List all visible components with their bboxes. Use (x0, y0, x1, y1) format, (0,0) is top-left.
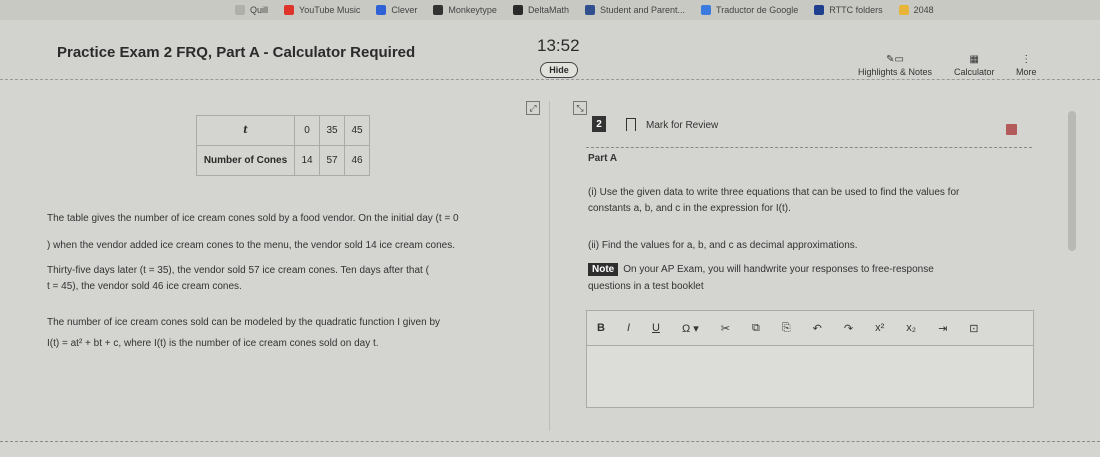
answer-eliminator-icon[interactable] (1006, 124, 1017, 135)
scrollbar[interactable] (1068, 111, 1076, 251)
table-cell: 57 (319, 145, 345, 176)
data-table: t 0 35 45 Number of Cones 14 57 46 (196, 115, 370, 176)
table-cell: 45 (344, 115, 370, 146)
exam-header: Practice Exam 2 FRQ, Part A - Calculator… (0, 20, 1100, 80)
bookmark-icon[interactable] (626, 118, 636, 131)
table-cell: 0 (294, 115, 320, 146)
note-text: On your AP Exam, you will handwrite your… (623, 264, 934, 275)
copy-icon[interactable]: ⧉ (752, 322, 760, 335)
bookmark-item[interactable]: Clever (376, 5, 417, 15)
question-text: (ii) Find the values for a, b, and c as … (588, 240, 858, 251)
question-text: (i) Use the given data to write three eq… (588, 187, 960, 198)
bookmark-item[interactable]: Traductor de Google (701, 5, 798, 15)
bookmark-item[interactable]: Student and Parent... (584, 5, 686, 15)
bookmark-label: Monkeytype (448, 5, 497, 15)
calculator-label: Calculator (954, 67, 995, 77)
more-button[interactable]: ⋮ More (1016, 54, 1037, 77)
bookmark-item[interactable]: Monkeytype (433, 5, 497, 15)
expand-right-pane-icon[interactable]: ⤡ (573, 101, 587, 115)
expand-left-pane-icon[interactable]: ⤢ (526, 101, 540, 115)
bookmark-item[interactable]: DeltaMath (512, 5, 569, 15)
question-text: constants a, b, and c in the expression … (588, 203, 791, 214)
more-vertical-icon: ⋮ (1021, 54, 1032, 65)
table-cell: 46 (344, 145, 370, 176)
bookmark-favicon-icon (512, 5, 523, 15)
bold-icon[interactable]: B (597, 322, 605, 334)
pane-divider[interactable] (549, 101, 550, 431)
bookmark-label: Quill (250, 5, 269, 15)
bookmark-label: Student and Parent... (599, 5, 686, 15)
table-cell: 35 (319, 115, 345, 146)
bookmark-label: YouTube Music (299, 5, 361, 15)
calculator-button[interactable]: ▦ Calculator (954, 54, 995, 77)
more-label: More (1016, 67, 1037, 77)
underline-icon[interactable]: U (652, 322, 660, 334)
pencil-note-icon: ✎▭ (886, 54, 904, 65)
response-input[interactable] (586, 346, 1034, 408)
highlights-notes-label: Highlights & Notes (858, 67, 933, 77)
bookmark-item[interactable]: RTTC folders (814, 5, 883, 15)
footer-divider (0, 441, 1100, 442)
exam-timer: 13:52 (537, 36, 580, 55)
bookmark-favicon-icon (898, 5, 909, 15)
bookmark-label: Clever (391, 5, 418, 15)
question-divider (586, 147, 1032, 148)
table-header-cones: Number of Cones (196, 145, 295, 176)
bookmark-favicon-icon (376, 5, 387, 15)
exam-title: Practice Exam 2 FRQ, Part A - Calculator… (57, 44, 416, 61)
bookmark-item[interactable]: Quill (235, 5, 268, 15)
question-number: 2 (592, 116, 606, 132)
table-row: t 0 35 45 (196, 115, 370, 146)
mark-for-review-label[interactable]: Mark for Review (646, 120, 718, 131)
bookmark-favicon-icon (284, 5, 295, 15)
table-cell: 14 (294, 145, 320, 176)
redo-icon[interactable]: ↷ (844, 322, 853, 335)
calculator-icon: ▦ (969, 54, 979, 65)
editor-toolbar: B I U Ω ▾ ✂ ⧉ ⎘ ↶ ↷ x² x₂ ⇥ ⊡ (586, 310, 1034, 346)
note-text: questions in a test booklet (588, 281, 704, 292)
highlights-notes-button[interactable]: ✎▭ Highlights & Notes (858, 54, 932, 77)
subscript-icon[interactable]: x₂ (906, 322, 916, 334)
bookmark-favicon-icon (814, 5, 825, 15)
bookmark-favicon-icon (235, 5, 245, 15)
hide-timer-button[interactable]: Hide (540, 62, 578, 78)
bookmark-label: RTTC folders (829, 5, 883, 15)
table-header-t: t (196, 115, 295, 146)
stimulus-text: t = 45), the vendor sold 46 ice cream co… (47, 281, 242, 292)
bookmark-label: 2048 (913, 5, 934, 15)
note-badge: Note (588, 263, 619, 276)
undo-icon[interactable]: ↶ (813, 322, 822, 335)
paste-icon[interactable]: ⎘ (782, 322, 791, 335)
superscript-icon[interactable]: x² (875, 322, 884, 334)
stimulus-text: The number of ice cream cones sold can b… (47, 317, 441, 328)
exam-content: ⤢ ⤡ t 0 35 45 Number of Cones 14 57 46 T… (0, 81, 1100, 457)
bookmark-label: Traductor de Google (716, 5, 799, 15)
stimulus-text: ) when the vendor added ice cream cones … (47, 240, 456, 251)
bookmark-favicon-icon (584, 5, 595, 15)
bookmark-item[interactable]: 2048 (898, 5, 934, 15)
bookmark-favicon-icon (701, 5, 712, 15)
table-row: Number of Cones 14 57 46 (196, 145, 370, 176)
part-label: Part A (588, 153, 618, 164)
stimulus-text: I(t) = at² + bt + c, where I(t) is the n… (47, 338, 379, 349)
bookmark-item[interactable]: YouTube Music (284, 5, 360, 15)
insert-icon[interactable]: ⊡ (969, 322, 978, 335)
bookmark-label: DeltaMath (527, 5, 569, 15)
italic-icon[interactable]: I (627, 322, 630, 334)
special-characters-icon[interactable]: Ω ▾ (682, 322, 699, 335)
indent-icon[interactable]: ⇥ (938, 322, 947, 335)
bookmarks-bar: Quill YouTube Music Clever Monkeytype DeltaM… (0, 0, 1100, 20)
stimulus-text: Thirty-five days later (t = 35), the ven… (47, 265, 429, 276)
note-line: Note On your AP Exam, you will handwrite … (588, 263, 934, 276)
cut-icon[interactable]: ✂ (721, 322, 730, 335)
stimulus-text: The table gives the number of ice cream … (47, 213, 459, 224)
bookmark-favicon-icon (433, 5, 444, 15)
